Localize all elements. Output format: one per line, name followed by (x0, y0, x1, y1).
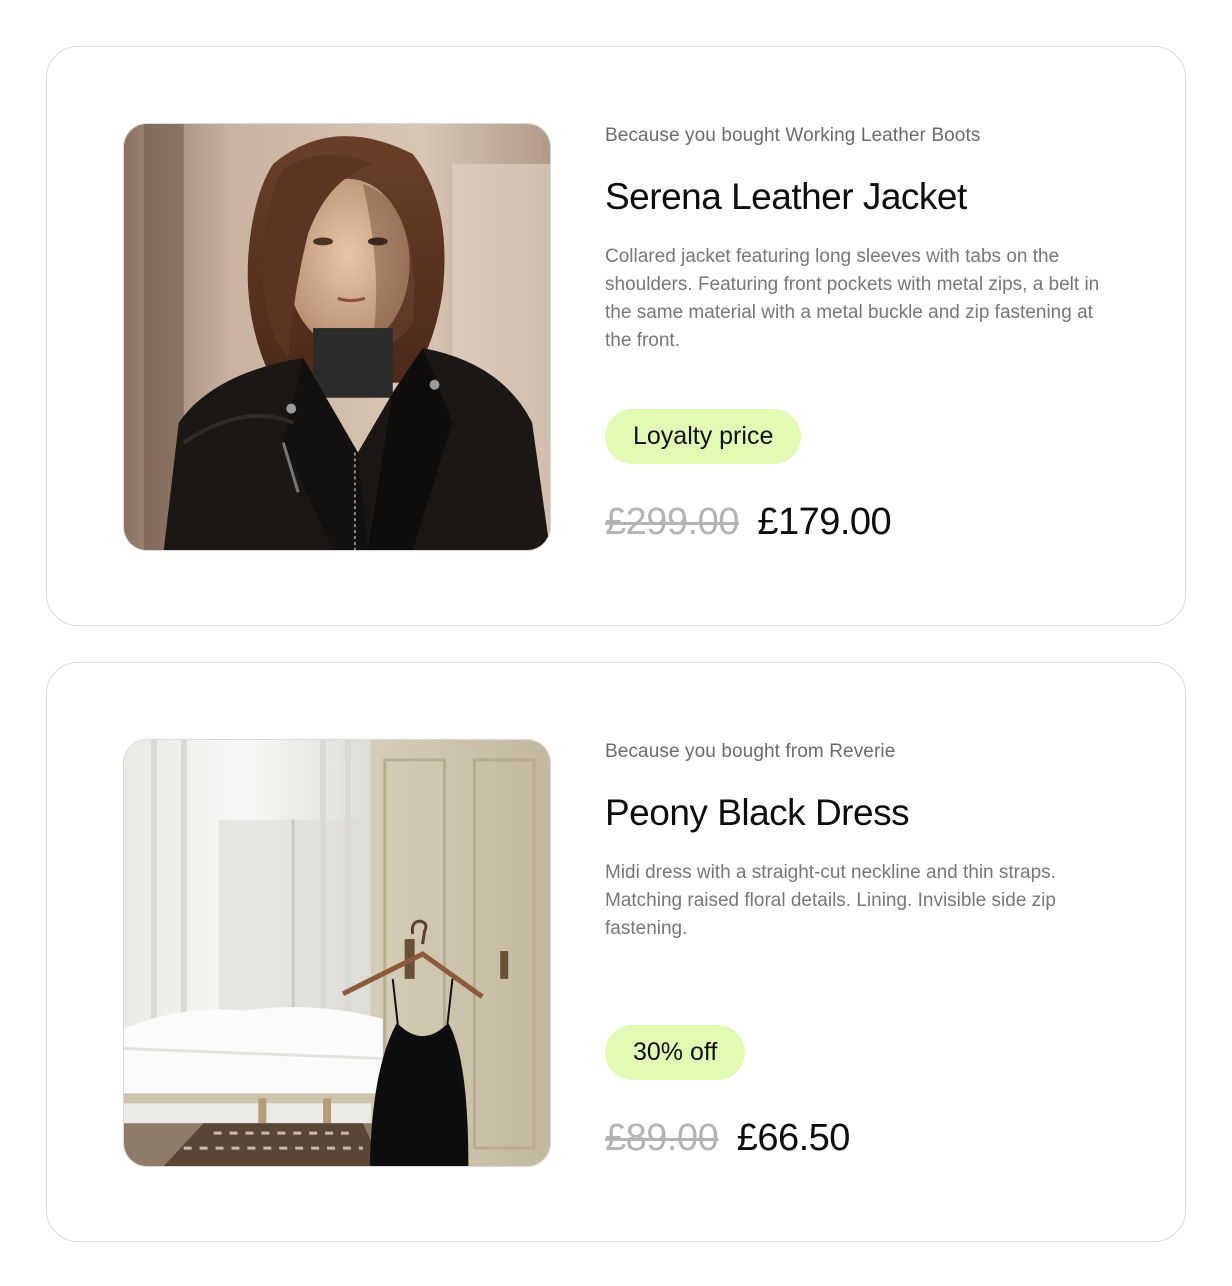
sale-price: £179.00 (757, 501, 892, 543)
product-description: Collared jacket featuring long sleeves w… (605, 246, 1100, 351)
price-row: £299.00 £179.00 (605, 500, 892, 544)
recommendation-reason: Because you bought from Reverie (605, 741, 896, 762)
product-description: Midi dress with a straight-cut neckline … (605, 862, 1056, 939)
loyalty-price-badge: Loyalty price (605, 409, 802, 464)
price-row: £89.00 £66.50 (605, 1116, 850, 1160)
discount-badge: 30% off (605, 1025, 746, 1080)
product-card[interactable]: Because you bought from Reverie Peony Bl… (46, 662, 1186, 1242)
woman-in-leather-jacket-photo (124, 124, 550, 550)
recommendation-reason: Because you bought Working Leather Boots (605, 125, 981, 146)
product-info: Because you bought from Reverie Peony Bl… (605, 739, 1125, 1159)
black-dress-on-hanger-photo (124, 740, 550, 1166)
product-image[interactable] (123, 123, 551, 551)
product-image[interactable] (123, 739, 551, 1167)
product-title[interactable]: Serena Leather Jacket (605, 175, 1125, 219)
original-price: £89.00 (605, 1117, 719, 1159)
original-price: £299.00 (605, 501, 739, 543)
product-info: Because you bought Working Leather Boots… (605, 123, 1125, 543)
sale-price: £66.50 (736, 1117, 851, 1159)
product-title[interactable]: Peony Black Dress (605, 791, 1125, 835)
product-card[interactable]: Because you bought Working Leather Boots… (46, 46, 1186, 626)
